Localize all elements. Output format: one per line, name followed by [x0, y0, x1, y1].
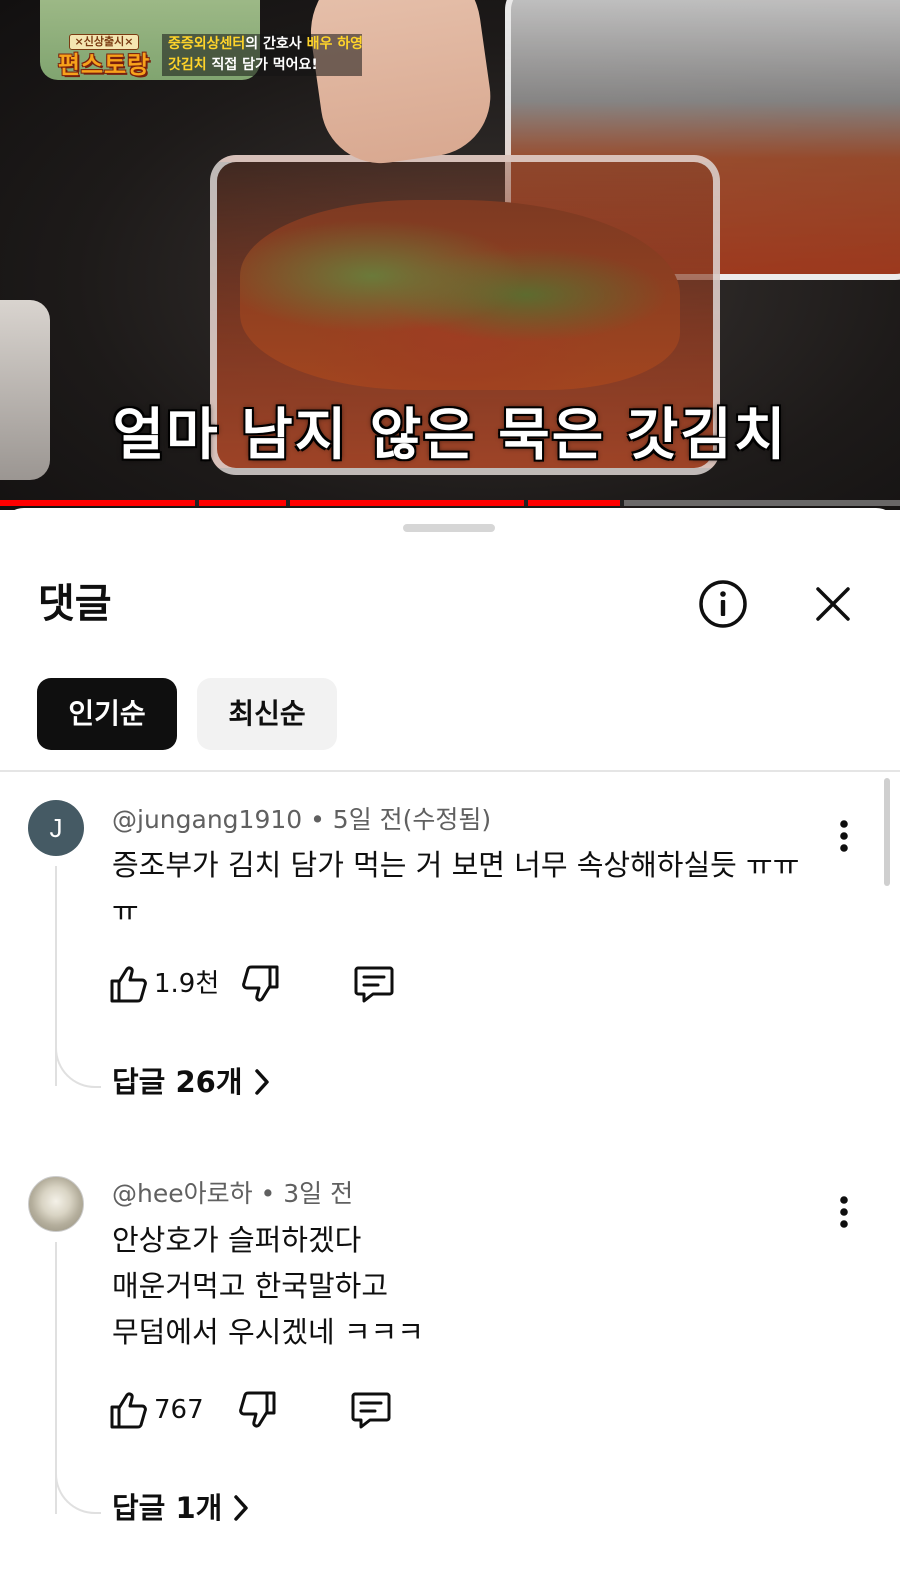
reply-icon	[351, 1392, 391, 1429]
avatar[interactable]: J	[28, 800, 84, 856]
chapter-gap	[524, 500, 528, 506]
like-button[interactable]: 767	[108, 1386, 204, 1434]
comment-meta[interactable]: @hee아로하 • 3일 전	[112, 1178, 353, 1210]
chevron-right-icon	[254, 1069, 269, 1095]
thumb-down-icon	[238, 1391, 276, 1428]
caption-line-2: 갓김치 직접 담가 먹어요!	[168, 55, 356, 76]
replies-label: 답글 26개	[112, 1065, 243, 1099]
info-icon	[699, 580, 747, 628]
more-options-button[interactable]	[826, 814, 862, 858]
caption-line-1: 중증외상센터의 간호사 배우 하영	[168, 34, 363, 55]
chapter-gap	[286, 500, 290, 506]
comment-line: ㅠ	[112, 894, 139, 928]
chapter-gap	[195, 500, 199, 506]
show-logo: ×신상출시× 편스토랑	[48, 34, 160, 80]
scrollbar[interactable]	[884, 778, 890, 886]
info-button[interactable]	[695, 576, 751, 632]
comment-actions: 767	[108, 1386, 392, 1434]
comment-text: 증조부가 김치 담가 먹는 거 보면 너무 속상해하실듯 ㅠㅠ ㅠ	[112, 842, 832, 934]
comment-line: 매운거먹고 한국말하고	[112, 1269, 389, 1303]
comments-sheet: 댓글 인기순 최신순 J @jungang1910 • 5일 전(수정됨) 증조…	[0, 508, 900, 1572]
caption-highlight: 배우 하영	[306, 36, 363, 52]
sort-chip-popular[interactable]: 인기순	[37, 678, 177, 750]
show-logo-top: ×신상출시×	[69, 34, 139, 50]
like-count: 1.9천	[154, 969, 220, 999]
sort-chip-newest[interactable]: 최신순	[197, 678, 337, 750]
chapter-gap	[620, 500, 624, 506]
drag-handle[interactable]	[403, 524, 495, 532]
chevron-right-icon	[234, 1495, 249, 1521]
thumb-up-icon	[110, 1392, 147, 1429]
reply-icon	[354, 966, 394, 1003]
thumb-down-icon	[242, 965, 279, 1002]
reply-button[interactable]	[353, 964, 395, 1004]
comment-text: 안상호가 슬퍼하겠다 매운거먹고 한국말하고 무덤에서 우시겠네 ㅋㅋㅋ	[112, 1217, 832, 1355]
show-logo-main: 편스토랑	[57, 51, 151, 79]
video-subtitle: 얼마 남지 않은 묵은 갓김치	[112, 402, 788, 468]
thumb-up-icon	[110, 966, 147, 1003]
replies-label: 답글 1개	[112, 1491, 223, 1525]
like-count: 767	[154, 1395, 204, 1425]
video-caption: 중증외상센터의 간호사 배우 하영 갓김치 직접 담가 먹어요!	[162, 34, 363, 76]
sort-chips: 인기순 최신순	[37, 678, 337, 750]
view-replies-button[interactable]: 답글 1개	[112, 1488, 250, 1528]
video-progress-bar[interactable]	[0, 500, 900, 506]
view-replies-button[interactable]: 답글 26개	[112, 1062, 271, 1102]
dislike-button[interactable]	[241, 964, 281, 1004]
comment-line: 증조부가 김치 담가 먹는 거 보면 너무 속상해하실듯 ㅠㅠ	[112, 848, 800, 882]
caption-text: 직접 담가 먹어요!	[206, 57, 318, 73]
caption-highlight: 중증외상센터	[168, 36, 246, 52]
comment-actions: 1.9천	[108, 960, 395, 1008]
caption-highlight: 갓김치	[168, 57, 207, 73]
reply-button[interactable]	[350, 1390, 392, 1430]
thread-curve	[55, 1048, 101, 1088]
gat-kimchi-image	[240, 200, 680, 390]
close-button[interactable]	[805, 576, 861, 632]
divider	[0, 770, 900, 772]
dislike-button[interactable]	[238, 1390, 278, 1430]
like-button[interactable]: 1.9천	[108, 960, 219, 1008]
caption-text: 의 간호사	[245, 36, 307, 52]
hand-image	[301, 0, 499, 171]
more-vert-icon	[840, 1196, 848, 1228]
close-icon	[816, 587, 850, 621]
more-vert-icon	[840, 820, 848, 852]
sheet-title: 댓글	[38, 581, 112, 627]
comment-line: 안상호가 슬퍼하겠다	[112, 1223, 362, 1257]
avatar[interactable]	[28, 1176, 84, 1232]
video-player[interactable]: ×신상출시× 편스토랑 중증외상센터의 간호사 배우 하영 갓김치 직접 담가 …	[0, 0, 900, 510]
comment-line: 무덤에서 우시겠네 ㅋㅋㅋ	[112, 1315, 424, 1349]
comment-meta[interactable]: @jungang1910 • 5일 전(수정됨)	[112, 804, 491, 836]
thread-curve	[55, 1474, 101, 1514]
more-options-button[interactable]	[826, 1190, 862, 1234]
